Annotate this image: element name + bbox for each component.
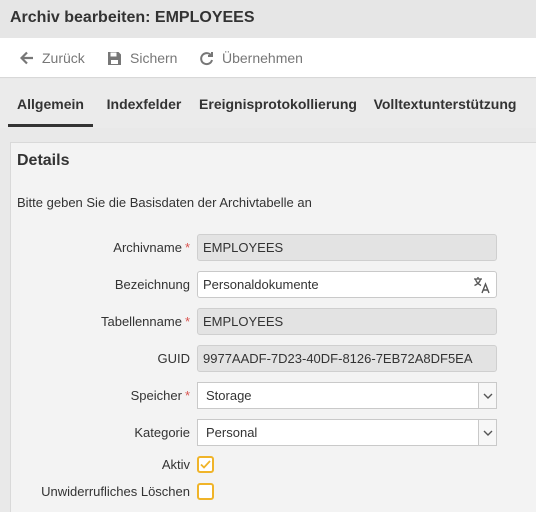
bezeichnung-field[interactable]: Personaldokumente	[197, 271, 497, 298]
speicher-label-text: Speicher	[130, 388, 182, 403]
required-marker: *	[184, 240, 190, 255]
save-button[interactable]: Sichern	[107, 38, 177, 78]
tab-volltextunterstuetzung[interactable]: Volltextunterstützung	[368, 79, 522, 128]
tab-bar: Allgemein Indexfelder Ereignisprotokolli…	[0, 79, 536, 128]
back-button[interactable]: Zurück	[20, 38, 85, 78]
speicher-select[interactable]: Storage	[197, 382, 497, 409]
aktiv-checkbox[interactable]	[197, 456, 214, 473]
kategorie-select[interactable]: Personal	[197, 419, 497, 446]
loeschen-label: Unwiderrufliches Löschen	[41, 484, 190, 499]
speicher-value: Storage	[206, 388, 252, 403]
details-panel: Details Bitte geben Sie die Basisdaten d…	[10, 142, 536, 512]
archivname-field[interactable]: EMPLOYEES	[197, 234, 497, 261]
guid-label: GUID	[157, 351, 191, 366]
bezeichnung-value: Personaldokumente	[203, 277, 319, 292]
bezeichnung-label: Bezeichnung	[114, 277, 190, 292]
kategorie-value: Personal	[206, 425, 258, 440]
speicher-label: Speicher *	[131, 388, 190, 403]
aktiv-label: Aktiv	[161, 457, 190, 472]
required-marker: *	[184, 314, 190, 329]
guid-field[interactable]: 9977AADF-7D23-40DF-8126-7EB72A8DF5EA	[197, 345, 497, 372]
archivname-value: EMPLOYEES	[203, 240, 284, 255]
arrow-left-icon	[20, 51, 33, 65]
chevron-down-icon	[478, 420, 496, 445]
required-marker: *	[184, 388, 190, 403]
page-title: Archiv bearbeiten: EMPLOYEES	[10, 9, 255, 26]
kategorie-label: Kategorie	[134, 425, 190, 440]
apply-button[interactable]: Übernehmen	[199, 38, 303, 78]
translate-icon[interactable]	[473, 276, 491, 294]
archivname-label: Archivname *	[113, 240, 190, 255]
refresh-icon	[200, 51, 213, 65]
chevron-down-icon	[478, 383, 496, 408]
checkmark-icon	[200, 460, 211, 469]
details-intro: Bitte geben Sie die Basisdaten der Archi…	[17, 195, 312, 210]
tabellenname-label: Tabellenname *	[101, 314, 190, 329]
floppy-disk-icon	[108, 51, 121, 65]
tabellenname-field[interactable]: EMPLOYEES	[197, 308, 497, 335]
tabellenname-label-text: Tabellenname	[100, 314, 182, 329]
tab-ereignisprotokollierung[interactable]: Ereignisprotokollierung	[196, 79, 360, 128]
back-label: Zurück	[42, 50, 85, 66]
details-heading: Details	[17, 152, 70, 169]
archivname-label-text: Archivname	[113, 240, 182, 255]
apply-label: Übernehmen	[222, 50, 303, 66]
toolbar: Zurück Sichern Übernehmen	[0, 38, 536, 78]
tab-indexfelder[interactable]: Indexfelder	[100, 79, 188, 128]
loeschen-checkbox[interactable]	[197, 483, 214, 500]
guid-value: 9977AADF-7D23-40DF-8126-7EB72A8DF5EA	[203, 351, 473, 366]
tabellenname-value: EMPLOYEES	[203, 314, 284, 329]
tab-allgemein[interactable]: Allgemein	[8, 79, 93, 128]
window-header: Archiv bearbeiten: EMPLOYEES	[0, 0, 536, 38]
save-label: Sichern	[130, 50, 178, 66]
